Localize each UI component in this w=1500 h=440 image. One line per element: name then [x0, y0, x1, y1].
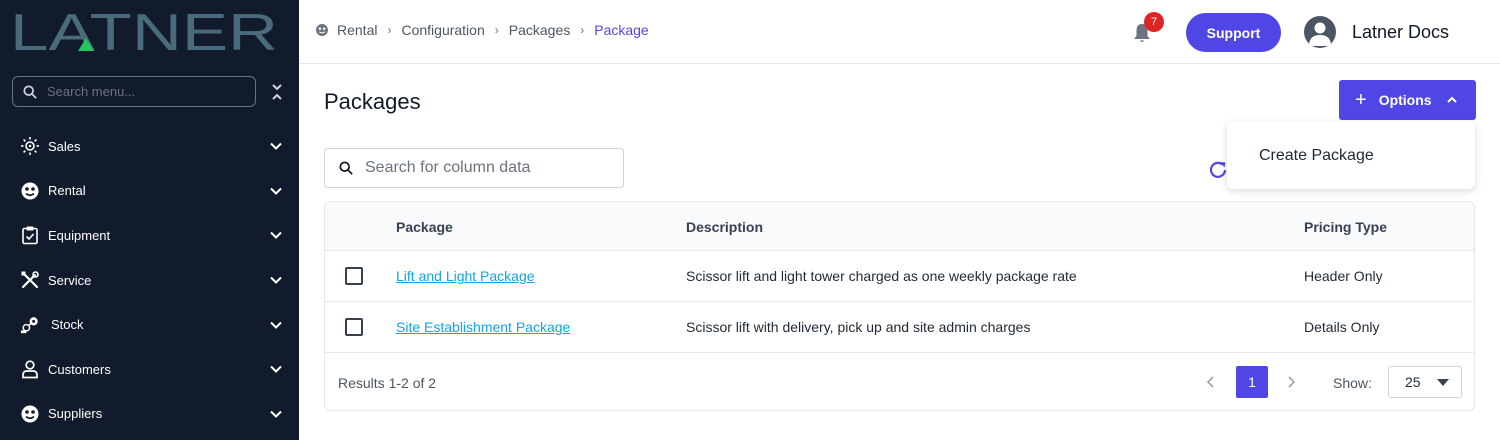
- clipboard-icon: [20, 225, 40, 245]
- breadcrumb: Rental › Configuration › Packages › Pack…: [315, 22, 649, 38]
- refresh-icon[interactable]: [1207, 159, 1229, 181]
- options-label: Options: [1378, 92, 1432, 108]
- column-header-description[interactable]: Description: [686, 219, 763, 235]
- gears-icon: [20, 315, 40, 335]
- sidebar-item-rental[interactable]: Rental: [0, 169, 299, 214]
- chevron-down-icon: [270, 366, 282, 374]
- page-title: Packages: [324, 89, 421, 114]
- column-header-pricing-type[interactable]: Pricing Type: [1304, 219, 1387, 235]
- results-count: Results 1-2 of 2: [338, 375, 437, 391]
- sidebar-item-label: Customers: [48, 361, 111, 377]
- face-icon: [20, 404, 40, 424]
- chevron-right-icon[interactable]: [1283, 374, 1299, 390]
- latner-logo[interactable]: LATNER: [10, 10, 280, 54]
- chevron-up-icon: [1446, 96, 1457, 103]
- sidebar-item-sales[interactable]: Sales: [0, 124, 299, 169]
- page-size-label: Show:: [1333, 375, 1372, 391]
- sidebar-item-equipment[interactable]: Equipment: [0, 213, 299, 258]
- table-row: Site Establishment Package Scissor lift …: [325, 302, 1474, 353]
- page-button-current[interactable]: 1: [1236, 366, 1268, 398]
- search-icon: [339, 161, 353, 175]
- chevron-right-icon: ›: [494, 23, 499, 37]
- sidebar-item-label: Service: [48, 272, 92, 288]
- chevron-down-icon: [270, 321, 282, 329]
- sidebar-nav: Sales Rental Equipment Service Stock Cus…: [0, 124, 299, 436]
- logo-text: LATNER: [10, 10, 278, 54]
- breadcrumb-rental[interactable]: Rental: [337, 22, 377, 38]
- sidebar-item-label: Rental: [48, 183, 86, 199]
- package-description: Scissor lift with delivery, pick up and …: [686, 319, 1031, 335]
- avatar[interactable]: [1304, 16, 1336, 48]
- chevron-left-icon[interactable]: [1203, 374, 1219, 390]
- options-dropdown: Create Package: [1227, 122, 1475, 189]
- row-checkbox[interactable]: [345, 318, 363, 336]
- page-size-select[interactable]: 25: [1388, 366, 1462, 398]
- user-icon: [20, 359, 40, 379]
- sidebar: LATNER Sales Rental Equipment Service: [0, 0, 299, 440]
- menu-search-box[interactable]: [12, 76, 256, 107]
- package-description: Scissor lift and light tower charged as …: [686, 268, 1077, 284]
- sidebar-item-customers[interactable]: Customers: [0, 347, 299, 392]
- sidebar-item-suppliers[interactable]: Suppliers: [0, 392, 299, 437]
- column-search-input[interactable]: [365, 159, 605, 177]
- sidebar-item-label: Suppliers: [48, 406, 103, 422]
- column-search-box[interactable]: [324, 148, 624, 188]
- sidebar-item-service[interactable]: Service: [0, 258, 299, 303]
- package-link[interactable]: Lift and Light Package: [396, 268, 535, 284]
- sidebar-item-label: Sales: [48, 138, 81, 154]
- support-button[interactable]: Support: [1186, 13, 1281, 52]
- collapse-sidebar-icon[interactable]: [268, 82, 286, 102]
- row-checkbox[interactable]: [345, 267, 363, 285]
- chevron-down-icon: [270, 276, 282, 284]
- face-icon: [20, 181, 40, 201]
- breadcrumb-packages[interactable]: Packages: [509, 22, 570, 38]
- pricing-type: Details Only: [1304, 319, 1380, 335]
- sidebar-item-stock[interactable]: Stock: [0, 302, 299, 347]
- chevron-down-icon: [270, 410, 282, 418]
- pricing-type: Header Only: [1304, 268, 1383, 284]
- sun-gear-icon: [20, 136, 40, 156]
- top-header: Rental › Configuration › Packages › Pack…: [299, 0, 1500, 64]
- search-icon: [23, 84, 37, 99]
- packages-table: Package Description Pricing Type Lift an…: [324, 201, 1475, 411]
- column-header-package[interactable]: Package: [396, 219, 453, 235]
- chevron-down-icon: [270, 143, 282, 151]
- chevron-down-icon: [270, 232, 282, 240]
- options-button[interactable]: + Options: [1339, 80, 1476, 120]
- sidebar-item-label: Equipment: [48, 227, 111, 243]
- sidebar-item-label: Stock: [51, 317, 84, 333]
- tools-icon: [20, 270, 40, 290]
- table-header: Package Description Pricing Type: [325, 202, 1474, 251]
- create-package-menu-item[interactable]: Create Package: [1259, 147, 1374, 165]
- notification-badge: 7: [1144, 12, 1164, 32]
- user-name[interactable]: Latner Docs: [1352, 22, 1449, 43]
- chevron-right-icon: ›: [387, 23, 392, 37]
- plus-icon: +: [1355, 89, 1367, 111]
- page-size-value: 25: [1405, 374, 1421, 390]
- breadcrumb-configuration[interactable]: Configuration: [401, 22, 484, 38]
- caret-down-icon: [1437, 379, 1449, 386]
- chevron-down-icon: [270, 187, 282, 195]
- package-link[interactable]: Site Establishment Package: [396, 319, 570, 335]
- menu-search-input[interactable]: [47, 84, 237, 99]
- table-row: Lift and Light Package Scissor lift and …: [325, 251, 1474, 302]
- face-icon: [316, 24, 328, 36]
- breadcrumb-current: Package: [594, 22, 649, 38]
- chevron-right-icon: ›: [580, 23, 585, 37]
- user-avatar-icon: [1309, 22, 1331, 46]
